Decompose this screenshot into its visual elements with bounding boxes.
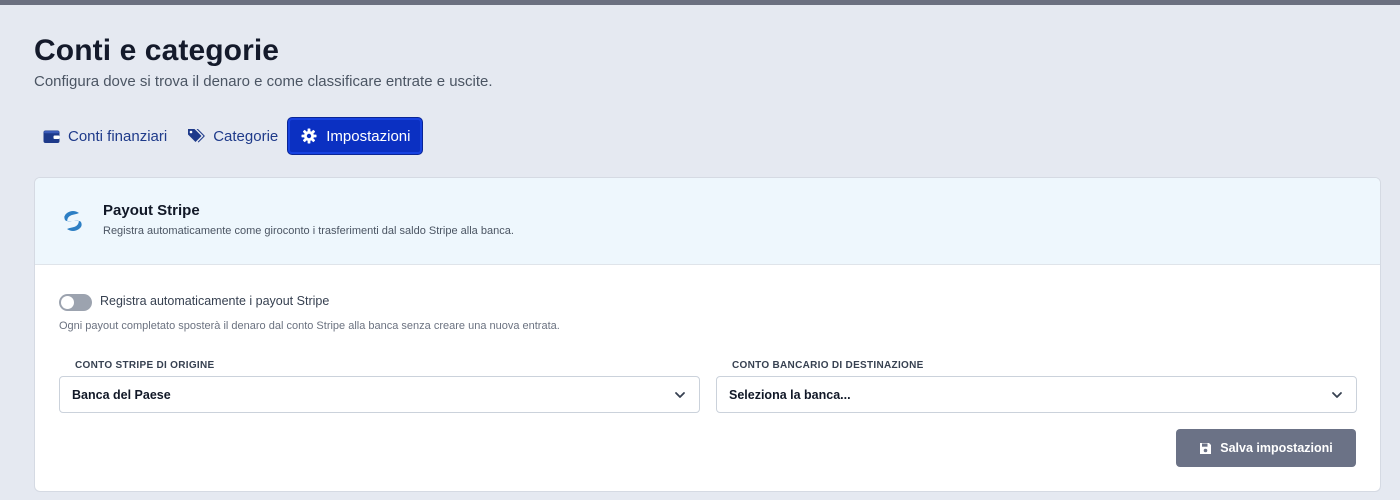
settings-page: Conti e categorie Configura dove si trov… xyxy=(0,0,1400,500)
save-settings-button[interactable]: Salva impostazioni xyxy=(1176,429,1356,467)
wallet-icon xyxy=(42,127,60,145)
destination-account-value: Seleziona la banca... xyxy=(729,387,851,402)
destination-account-select[interactable]: Seleziona la banca... xyxy=(716,376,1357,413)
origin-account-label: CONTO STRIPE DI ORIGINE xyxy=(75,360,215,371)
toggle-knob xyxy=(61,296,74,309)
save-button-label: Salva impostazioni xyxy=(1220,441,1333,455)
tab-categorie[interactable]: Categorie xyxy=(177,118,288,154)
stripe-logo-icon xyxy=(59,207,87,235)
destination-account-label: CONTO BANCARIO DI DESTINAZIONE xyxy=(732,360,924,371)
page-title: Conti e categorie xyxy=(34,34,280,67)
page-subtitle: Configura dove si trova il denaro e come… xyxy=(34,73,493,90)
origin-account-value: Banca del Paese xyxy=(72,387,171,402)
toggle-help-text: Ogni payout completato sposterà il denar… xyxy=(59,320,560,332)
card-description: Registra automaticamente come giroconto … xyxy=(103,225,514,237)
stripe-payout-card: Payout Stripe Registra automaticamente c… xyxy=(34,177,1381,492)
auto-payout-toggle[interactable] xyxy=(59,294,92,311)
tab-label: Impostazioni xyxy=(326,127,411,145)
tab-label: Conti finanziari xyxy=(68,127,168,145)
tab-label: Categorie xyxy=(213,127,279,145)
floppy-disk-icon xyxy=(1199,442,1212,455)
card-header: Payout Stripe Registra automaticamente c… xyxy=(35,178,1380,265)
toggle-label: Registra automaticamente i payout Stripe xyxy=(100,294,330,308)
tab-bar: Conti finanziari Categorie Impostazioni xyxy=(34,118,423,154)
chevron-down-icon xyxy=(1330,388,1344,402)
tab-conti-finanziari[interactable]: Conti finanziari xyxy=(34,118,177,154)
card-title: Payout Stripe xyxy=(103,202,200,219)
tab-impostazioni[interactable]: Impostazioni xyxy=(288,118,423,154)
tags-icon xyxy=(187,127,205,145)
gear-icon xyxy=(300,127,318,145)
origin-account-select[interactable]: Banca del Paese xyxy=(59,376,700,413)
chevron-down-icon xyxy=(673,388,687,402)
